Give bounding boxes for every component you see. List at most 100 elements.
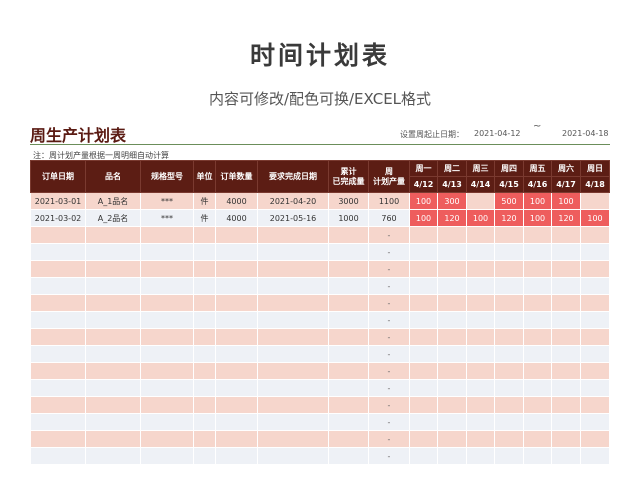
cell-order-qty[interactable]: 4000 <box>215 209 258 227</box>
empty-cell[interactable] <box>30 379 86 397</box>
empty-cell[interactable] <box>409 243 438 261</box>
empty-cell[interactable] <box>215 328 258 346</box>
empty-cell[interactable] <box>30 430 86 448</box>
empty-cell[interactable] <box>466 243 495 261</box>
empty-cell[interactable] <box>193 413 216 431</box>
empty-cell[interactable] <box>551 379 581 397</box>
period-start-date[interactable]: 2021-04-12 <box>474 129 521 138</box>
empty-cell[interactable] <box>437 362 467 380</box>
empty-cell[interactable] <box>466 260 495 278</box>
empty-cell[interactable] <box>409 413 438 431</box>
empty-cell[interactable] <box>551 328 581 346</box>
empty-cell[interactable] <box>257 260 329 278</box>
cell-week-plan[interactable]: - <box>368 447 410 465</box>
empty-cell[interactable] <box>523 226 552 244</box>
empty-cell[interactable] <box>85 430 141 448</box>
empty-cell[interactable] <box>215 277 258 295</box>
empty-cell[interactable] <box>85 260 141 278</box>
empty-cell[interactable] <box>85 243 141 261</box>
empty-cell[interactable] <box>409 345 438 363</box>
cell-day-qty[interactable]: 100 <box>466 209 495 227</box>
empty-cell[interactable] <box>328 362 369 380</box>
cell-day-qty[interactable]: 100 <box>551 192 581 210</box>
empty-cell[interactable] <box>551 277 581 295</box>
empty-cell[interactable] <box>140 260 194 278</box>
empty-cell[interactable] <box>409 260 438 278</box>
empty-cell[interactable] <box>437 328 467 346</box>
empty-cell[interactable] <box>193 294 216 312</box>
empty-cell[interactable] <box>494 226 524 244</box>
empty-cell[interactable] <box>328 226 369 244</box>
empty-cell[interactable] <box>215 243 258 261</box>
cell-day-qty[interactable]: 120 <box>494 209 524 227</box>
empty-cell[interactable] <box>523 362 552 380</box>
cell-due-date[interactable]: 2021-04-20 <box>257 192 329 210</box>
cell-spec[interactable]: *** <box>140 209 194 227</box>
empty-cell[interactable] <box>437 430 467 448</box>
empty-cell[interactable] <box>494 413 524 431</box>
empty-cell[interactable] <box>466 396 495 414</box>
empty-cell[interactable] <box>494 447 524 465</box>
empty-cell[interactable] <box>551 447 581 465</box>
empty-cell[interactable] <box>215 430 258 448</box>
empty-cell[interactable] <box>257 226 329 244</box>
empty-cell[interactable] <box>466 311 495 329</box>
empty-cell[interactable] <box>580 413 610 431</box>
empty-cell[interactable] <box>328 260 369 278</box>
empty-cell[interactable] <box>257 294 329 312</box>
empty-cell[interactable] <box>215 362 258 380</box>
empty-cell[interactable] <box>193 243 216 261</box>
empty-cell[interactable] <box>193 311 216 329</box>
empty-cell[interactable] <box>494 328 524 346</box>
empty-cell[interactable] <box>328 328 369 346</box>
empty-cell[interactable] <box>551 430 581 448</box>
empty-cell[interactable] <box>437 277 467 295</box>
empty-cell[interactable] <box>193 345 216 363</box>
empty-cell[interactable] <box>215 345 258 363</box>
empty-cell[interactable] <box>257 311 329 329</box>
empty-cell[interactable] <box>85 345 141 363</box>
empty-cell[interactable] <box>580 243 610 261</box>
empty-cell[interactable] <box>257 362 329 380</box>
cell-week-plan[interactable]: - <box>368 362 410 380</box>
empty-cell[interactable] <box>523 447 552 465</box>
empty-cell[interactable] <box>85 413 141 431</box>
empty-cell[interactable] <box>85 294 141 312</box>
empty-cell[interactable] <box>140 277 194 295</box>
empty-cell[interactable] <box>580 447 610 465</box>
empty-cell[interactable] <box>523 328 552 346</box>
empty-cell[interactable] <box>580 277 610 295</box>
empty-cell[interactable] <box>580 430 610 448</box>
empty-cell[interactable] <box>466 379 495 397</box>
empty-cell[interactable] <box>437 413 467 431</box>
empty-cell[interactable] <box>140 447 194 465</box>
empty-cell[interactable] <box>85 226 141 244</box>
empty-cell[interactable] <box>466 328 495 346</box>
empty-cell[interactable] <box>328 243 369 261</box>
empty-cell[interactable] <box>30 447 86 465</box>
empty-cell[interactable] <box>580 345 610 363</box>
empty-cell[interactable] <box>580 311 610 329</box>
empty-cell[interactable] <box>523 345 552 363</box>
cell-name[interactable]: A_2品名 <box>85 209 141 227</box>
empty-cell[interactable] <box>466 345 495 363</box>
empty-cell[interactable] <box>140 430 194 448</box>
cell-day-qty[interactable]: 100 <box>523 192 552 210</box>
empty-cell[interactable] <box>215 379 258 397</box>
empty-cell[interactable] <box>30 413 86 431</box>
cell-day-qty[interactable] <box>580 192 610 210</box>
empty-cell[interactable] <box>523 413 552 431</box>
empty-cell[interactable] <box>215 447 258 465</box>
empty-cell[interactable] <box>409 277 438 295</box>
empty-cell[interactable] <box>328 396 369 414</box>
empty-cell[interactable] <box>30 294 86 312</box>
cell-name[interactable]: A_1品名 <box>85 192 141 210</box>
empty-cell[interactable] <box>140 226 194 244</box>
empty-cell[interactable] <box>257 345 329 363</box>
empty-cell[interactable] <box>494 430 524 448</box>
empty-cell[interactable] <box>580 328 610 346</box>
cell-week-plan[interactable]: - <box>368 328 410 346</box>
empty-cell[interactable] <box>140 362 194 380</box>
empty-cell[interactable] <box>409 396 438 414</box>
empty-cell[interactable] <box>257 447 329 465</box>
